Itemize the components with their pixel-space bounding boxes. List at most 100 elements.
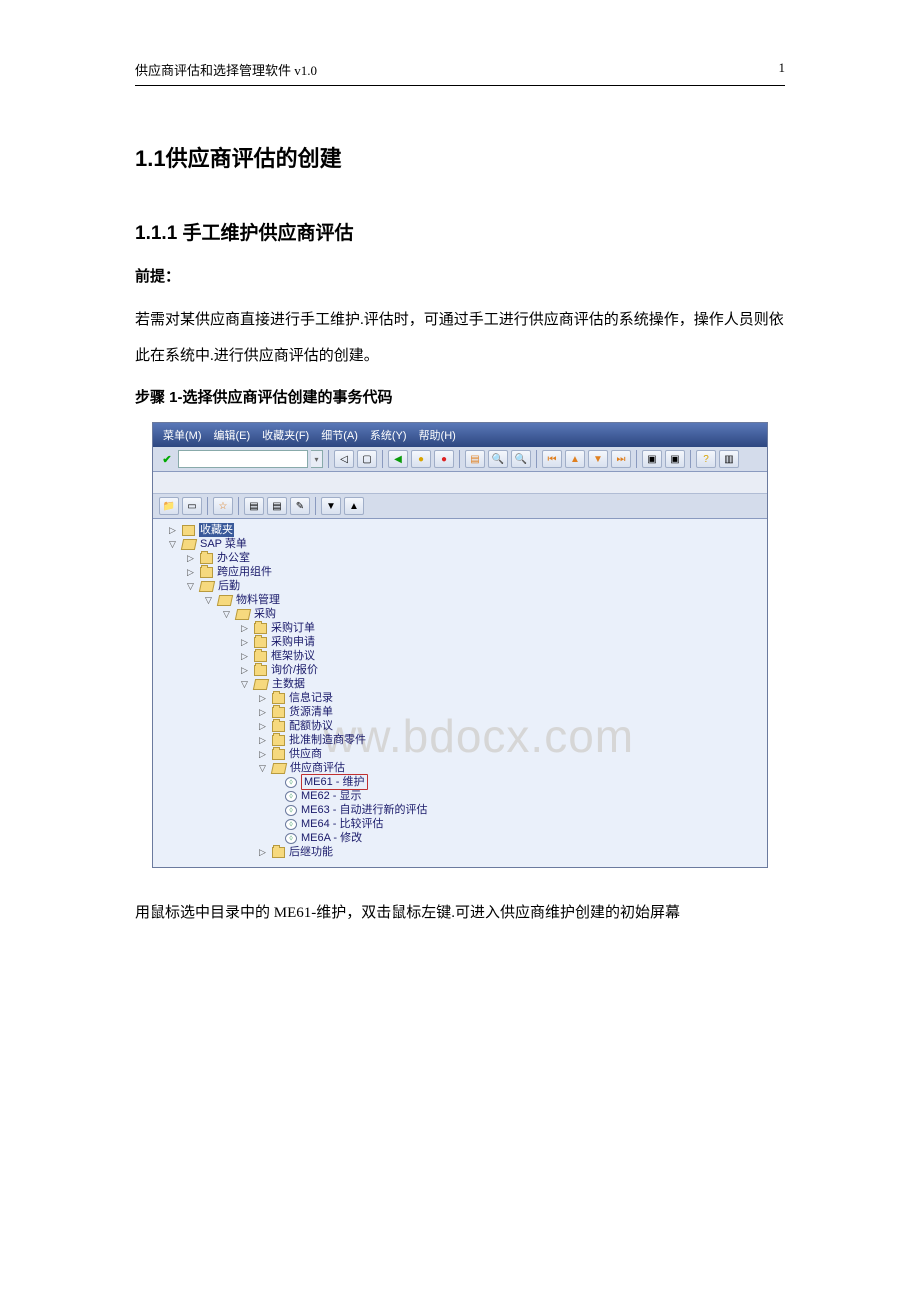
expand-icon[interactable]: ▷ [239,623,250,634]
shortcut-icon[interactable]: ▣ [665,450,685,468]
tree-apl[interactable]: ▷ 批准制造商零件 [153,733,767,747]
folder-icon [272,749,285,760]
tree-cross[interactable]: ▷ 跨应用组件 [153,565,767,579]
nav-cancel-icon[interactable]: ● [434,450,454,468]
tree-sap-menu[interactable]: ▽ SAP 菜单 [153,537,767,551]
menu-a[interactable]: 细节(A) [321,427,358,443]
tree-favorites[interactable]: ▷ 收藏夹 [153,523,767,537]
menu-h[interactable]: 帮助(H) [419,427,456,443]
menu-e[interactable]: 编辑(E) [214,427,251,443]
layout-icon[interactable]: ▥ [719,450,739,468]
menu-y[interactable]: 系统(Y) [370,427,407,443]
expand-icon[interactable]: ▷ [257,721,268,732]
sap-navigation-tree: ww.bdocx.com ▷ 收藏夹 ▽ SAP 菜单 ▷ [153,519,767,867]
toolbar-separator [328,450,329,468]
toolbar-separator [238,497,239,515]
tree-source[interactable]: ▷ 货源清单 [153,705,767,719]
open-folder-icon [235,609,251,620]
toolbar-separator [459,450,460,468]
tree-me64[interactable]: ⬨ ME64 - 比较评估 [153,817,767,831]
expand-icon[interactable]: ▷ [239,665,250,676]
tree-me62[interactable]: ⬨ ME62 - 显示 [153,789,767,803]
tree-me63[interactable]: ⬨ ME63 - 自动进行新的评估 [153,803,767,817]
tree-outline[interactable]: ▷ 框架协议 [153,649,767,663]
collapse-icon[interactable]: ▽ [203,595,214,606]
collapse-icon[interactable]: ▽ [257,763,268,774]
find-icon[interactable]: 🔍 [488,450,508,468]
tree-logistics[interactable]: ▽ 后勤 [153,579,767,593]
new-session-icon[interactable]: ▣ [642,450,662,468]
nav-exit-icon[interactable]: ● [411,450,431,468]
other-menu-icon[interactable]: ☆ [213,497,233,515]
menu-f[interactable]: 收藏夹(F) [262,427,309,443]
collapse-icon[interactable]: ▽ [185,581,196,592]
tree-pr[interactable]: ▷ 采购申请 [153,635,767,649]
tree-info[interactable]: ▷ 信息记录 [153,691,767,705]
documentation-icon[interactable]: ✎ [290,497,310,515]
expand-icon[interactable]: ▷ [257,847,268,858]
command-dropdown-icon[interactable]: ▾ [311,450,323,468]
sap-title-area [153,472,767,494]
tree-me6a[interactable]: ⬨ ME6A - 修改 [153,831,767,845]
help-icon[interactable]: ? [696,450,716,468]
expand-icon[interactable]: ▷ [257,735,268,746]
tree-me61[interactable]: ⬨ ME61 - 维护 [153,775,767,789]
premise-label: 前提： [135,265,785,286]
tree-vendor[interactable]: ▷ 供应商 [153,747,767,761]
next-page-icon[interactable]: ▼ [588,450,608,468]
expand-icon[interactable]: ▲ [344,497,364,515]
collapse-icon[interactable]: ▽ [221,609,232,620]
enter-icon[interactable]: ✔ [159,451,175,467]
expand-icon[interactable]: ▷ [239,651,250,662]
open-folder-icon [199,581,215,592]
tree-master[interactable]: ▽ 主数据 [153,677,767,691]
tree-quota[interactable]: ▷ 配额协议 [153,719,767,733]
collapse-icon[interactable]: ▽ [167,539,178,550]
folder-icon [254,623,267,634]
toolbar-separator [382,450,383,468]
expand-icon[interactable]: ▷ [257,693,268,704]
page-header: 供应商评估和选择管理软件 v1.0 1 [135,60,785,86]
page-number: 1 [779,60,786,79]
sap-application-toolbar: 📁 ▭ ☆ ▤ ▤ ✎ ▼ ▲ [153,494,767,519]
menu-m[interactable]: 菜单(M) [163,427,202,443]
tree-rfq[interactable]: ▷ 询价/报价 [153,663,767,677]
folder-icon [254,651,267,662]
tree-vendoreval[interactable]: ▽ 供应商评估 [153,761,767,775]
transaction-icon: ⬨ [285,833,297,844]
last-page-icon[interactable]: ⏭ [611,450,631,468]
tree-po[interactable]: ▷ 采购订单 [153,621,767,635]
nav-back-icon[interactable]: ◀ [388,450,408,468]
expand-icon[interactable]: ▷ [257,749,268,760]
print-icon[interactable]: ▤ [465,450,485,468]
prev-page-icon[interactable]: ▲ [565,450,585,468]
create-role-icon[interactable]: ▤ [244,497,264,515]
open-folder-icon [217,595,233,606]
find-next-icon[interactable]: 🔍 [511,450,531,468]
folder-icon [254,637,267,648]
folder-icon [272,847,285,858]
header-title: 供应商评估和选择管理软件 v1.0 [135,60,317,79]
command-field[interactable] [178,450,308,468]
heading-1: 1.1供应商评估的创建 [135,141,785,173]
expand-icon[interactable]: ▷ [239,637,250,648]
tree-office[interactable]: ▷ 办公室 [153,551,767,565]
collapse-icon[interactable]: ▼ [321,497,341,515]
expand-icon[interactable]: ▷ [257,707,268,718]
favorite-add-icon[interactable]: 📁 [159,497,179,515]
assign-user-icon[interactable]: ▤ [267,497,287,515]
tree-mm[interactable]: ▽ 物料管理 [153,593,767,607]
back-icon[interactable]: ◁ [334,450,354,468]
folder-icon [272,735,285,746]
tree-follow[interactable]: ▷ 后继功能 [153,845,767,859]
step-label: 步骤 1-选择供应商评估创建的事务代码 [135,386,785,407]
first-page-icon[interactable]: ⏮ [542,450,562,468]
expand-icon[interactable]: ▷ [185,553,196,564]
open-folder-icon [271,763,287,774]
expand-icon[interactable]: ▷ [167,525,178,536]
expand-icon[interactable]: ▷ [185,567,196,578]
collapse-icon[interactable]: ▽ [239,679,250,690]
save-icon[interactable]: ▢ [357,450,377,468]
tree-purchasing[interactable]: ▽ 采购 [153,607,767,621]
favorite-del-icon[interactable]: ▭ [182,497,202,515]
